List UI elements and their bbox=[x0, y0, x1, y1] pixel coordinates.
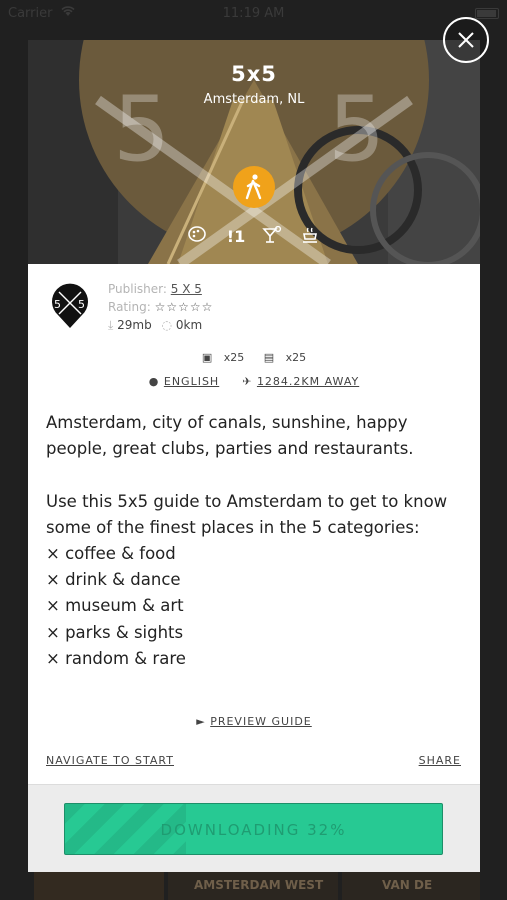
svg-text:5: 5 bbox=[78, 298, 85, 311]
coffee-cup-icon bbox=[299, 226, 321, 248]
status-bar: Carrier 11:19 AM bbox=[0, 0, 507, 28]
location-icon: ◌ bbox=[161, 318, 173, 332]
walking-icon bbox=[233, 166, 275, 208]
battery-icon bbox=[475, 8, 499, 19]
share-button[interactable]: SHARE bbox=[419, 754, 461, 767]
download-label: DOWNLOADING 32% bbox=[160, 821, 347, 839]
navigate-to-start-button[interactable]: NAVIGATE TO START bbox=[46, 754, 174, 767]
svg-text:5: 5 bbox=[54, 298, 61, 311]
photo-count-item: ▣ x25 bbox=[198, 351, 248, 364]
exclamation-icon: !1 bbox=[226, 227, 246, 246]
guide-location: Amsterdam, NL bbox=[203, 92, 305, 107]
guide-title: 5x5 bbox=[231, 62, 277, 86]
download-size: 29mb bbox=[117, 318, 152, 332]
background-tile: AMSTERDAM WEST bbox=[168, 872, 338, 900]
palette-icon bbox=[186, 226, 208, 248]
guide-detail-card: 5 5 5x5 Amsterdam, NL !1 55 Publisher: 5… bbox=[28, 40, 480, 872]
content-counts: ▣ x25 ▤ x25 bbox=[28, 351, 480, 364]
publisher-row: Publisher: 5 X 5 bbox=[108, 282, 202, 296]
distance-short: 0km bbox=[175, 318, 203, 332]
plane-icon: ✈ bbox=[242, 375, 253, 388]
language-link[interactable]: ENGLISH bbox=[164, 375, 219, 388]
distance-away-link[interactable]: 1284.2KM AWAY bbox=[257, 375, 359, 388]
page-count: x25 bbox=[285, 351, 307, 364]
background-tile: VAN DE bbox=[342, 872, 480, 900]
rating-row: Rating: ☆☆☆☆☆ bbox=[108, 300, 213, 314]
photo-icon: ▣ bbox=[201, 351, 213, 364]
close-icon bbox=[458, 32, 474, 48]
cocktail-icon bbox=[261, 225, 283, 248]
screen: Carrier 11:19 AM AMSTERDAM WEST VAN DE 5… bbox=[0, 0, 507, 900]
background-tile bbox=[34, 872, 164, 900]
clock: 11:19 AM bbox=[222, 6, 285, 21]
size-distance-row: ⤓ 29mb ◌ 0km bbox=[108, 318, 202, 333]
publisher-label: Publisher: bbox=[108, 282, 167, 296]
publisher-logo-icon: 55 bbox=[50, 283, 90, 329]
page-icon: ▤ bbox=[263, 351, 275, 364]
play-icon: ► bbox=[196, 715, 206, 728]
preview-guide-button[interactable]: ► PREVIEW GUIDE bbox=[28, 715, 480, 728]
language-distance-row: ● ENGLISH ✈ 1284.2KM AWAY bbox=[28, 375, 480, 388]
photo-count: x25 bbox=[223, 351, 245, 364]
rating-label: Rating: bbox=[108, 300, 151, 314]
close-button[interactable] bbox=[443, 17, 489, 63]
preview-guide-label: PREVIEW GUIDE bbox=[210, 715, 312, 728]
download-progress-button[interactable]: DOWNLOADING 32% bbox=[64, 803, 443, 855]
guide-description: Amsterdam, city of canals, sunshine, hap… bbox=[46, 413, 448, 668]
speech-bubble-icon: ● bbox=[148, 375, 160, 388]
publisher-link[interactable]: 5 X 5 bbox=[171, 282, 202, 296]
page-count-item: ▤ x25 bbox=[260, 351, 310, 364]
rating-stars: ☆☆☆☆☆ bbox=[154, 300, 214, 314]
hero-banner: 5 5 5x5 Amsterdam, NL !1 bbox=[28, 40, 480, 264]
download-size-icon: ⤓ bbox=[108, 318, 114, 332]
